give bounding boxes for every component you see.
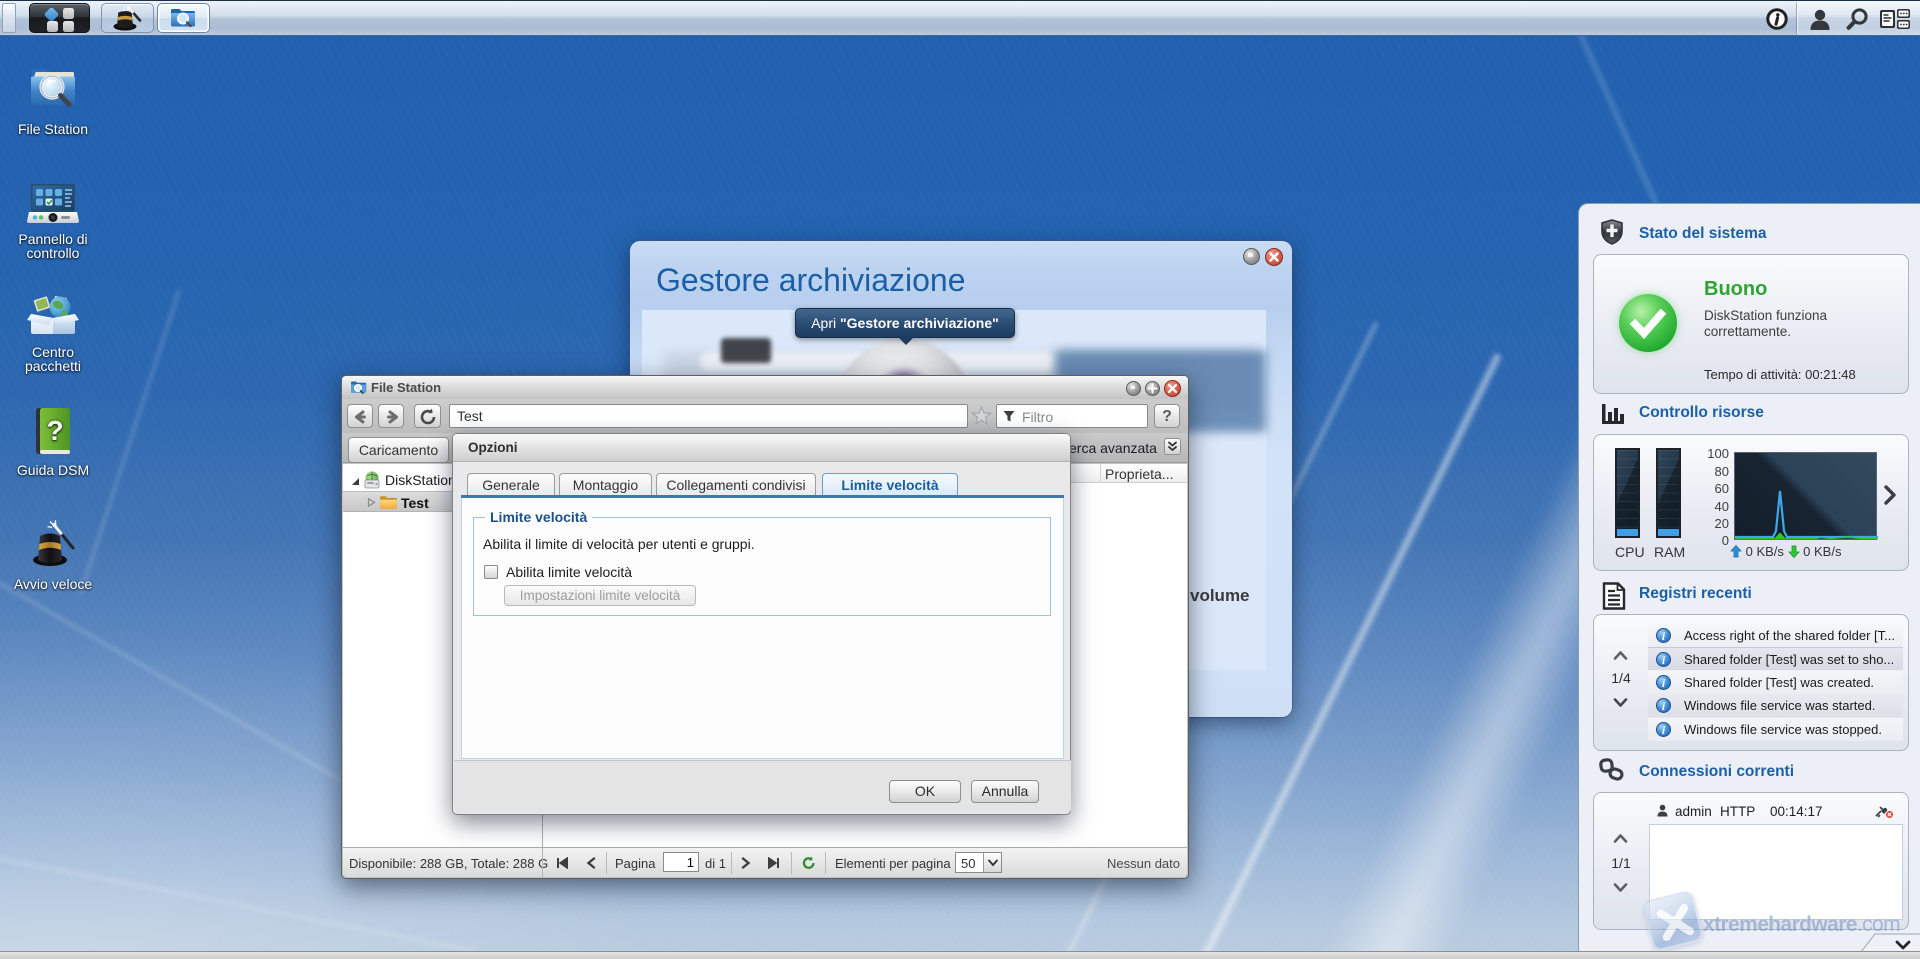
- svg-text:?: ?: [46, 415, 63, 446]
